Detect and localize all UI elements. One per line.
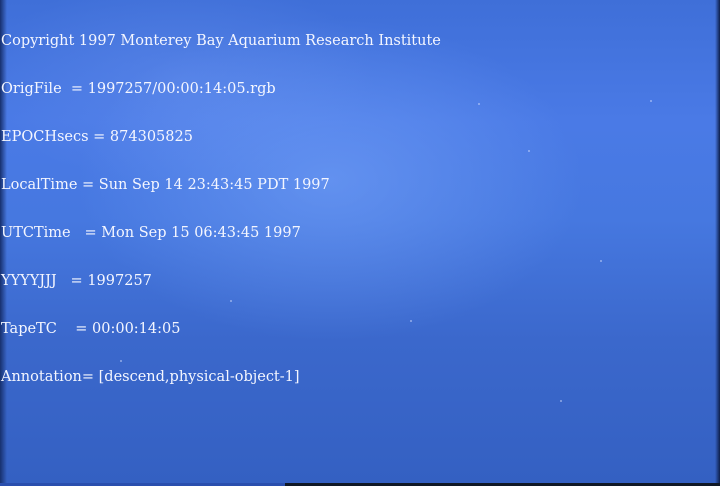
copyright-line: Copyright 1997 Monterey Bay Aquarium Res…: [1, 33, 441, 49]
metadata-overlay: Copyright 1997 Monterey Bay Aquarium Res…: [1, 1, 441, 417]
marine-snow-particle: [478, 103, 480, 105]
tapetc-line: TapeTC = 00:00:14:05: [1, 321, 181, 337]
annotation-line: Annotation= [descend,physical-object-1]: [1, 369, 300, 385]
marine-snow-particle: [600, 260, 602, 262]
yyyyjjj-line: YYYYJJJ = 1997257: [1, 273, 152, 289]
marine-snow-particle: [650, 100, 652, 102]
marine-snow-particle: [560, 400, 562, 402]
origfile-line: OrigFile = 1997257/00:00:14:05.rgb: [1, 81, 276, 97]
frame-right-edge: [715, 0, 720, 486]
marine-snow-particle: [528, 150, 530, 152]
underwater-video-frame: Copyright 1997 Monterey Bay Aquarium Res…: [0, 0, 720, 486]
utctime-line: UTCTime = Mon Sep 15 06:43:45 1997: [1, 225, 301, 241]
epochsecs-line: EPOCHsecs = 874305825: [1, 129, 193, 145]
localtime-line: LocalTime = Sun Sep 14 23:43:45 PDT 1997: [1, 177, 330, 193]
